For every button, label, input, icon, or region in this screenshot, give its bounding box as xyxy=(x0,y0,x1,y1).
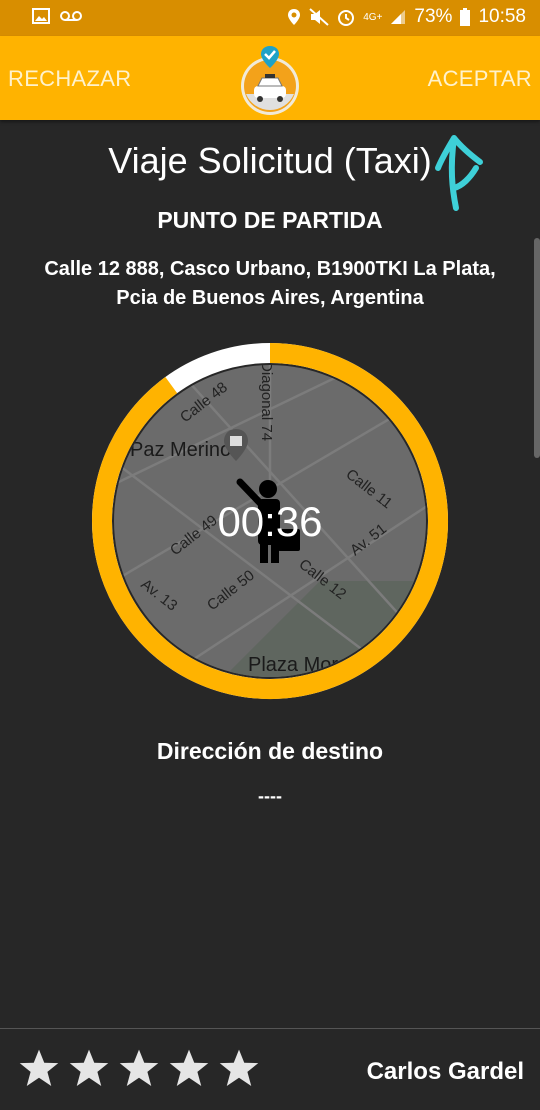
map-place-paz-merino: Paz Merino xyxy=(130,439,231,461)
clock: 10:58 xyxy=(478,6,526,27)
signal-icon xyxy=(391,10,406,24)
pickup-address-line2: Pcia de Buenos Aires, Argentina xyxy=(116,287,424,309)
map-label-diagonal-74: Diagonal 74 xyxy=(258,361,275,441)
network-type-label: 4G+ xyxy=(363,11,383,23)
mute-icon xyxy=(309,8,329,26)
pickup-address: Calle 12 888, Casco Urbano, B1900TKI La … xyxy=(12,255,528,313)
status-right-icons: 4G+ 73% 10:58 xyxy=(287,6,526,28)
status-bar: 4G+ 73% 10:58 xyxy=(0,0,540,36)
star-icon[interactable] xyxy=(168,1047,210,1089)
star-icon[interactable] xyxy=(118,1047,160,1089)
destination-label: Dirección de destino xyxy=(156,738,384,764)
annotation-arrow-icon xyxy=(435,135,483,211)
scrollbar[interactable] xyxy=(534,238,540,458)
countdown-timer: Calle 48 Diagonal 74 Calle 11 Av. 51 Cal… xyxy=(90,341,450,701)
taxi-app-logo-icon xyxy=(241,46,299,115)
status-left-icons xyxy=(32,8,82,24)
star-icon[interactable] xyxy=(218,1047,260,1089)
star-icon[interactable] xyxy=(68,1047,110,1089)
pickup-address-line1: Calle 12 888, Casco Urbano, B1900TKI La … xyxy=(44,258,496,280)
rating-stars xyxy=(18,1047,260,1089)
app-top-bar: RECHAZAR ACEPTAR xyxy=(0,36,540,120)
timer-graphic: Calle 48 Diagonal 74 Calle 11 Av. 51 Cal… xyxy=(92,343,448,699)
battery-percent: 73% xyxy=(414,6,453,27)
pickup-label: PUNTO DE PARTIDA xyxy=(157,207,383,233)
star-icon[interactable] xyxy=(18,1047,60,1089)
alarm-icon xyxy=(338,10,355,26)
accept-button[interactable]: ACEPTAR xyxy=(428,66,532,92)
voicemail-icon xyxy=(60,11,82,21)
reject-button[interactable]: RECHAZAR xyxy=(8,66,131,92)
countdown-text: 00:36 xyxy=(217,498,322,545)
driver-name: Carlos Gardel xyxy=(366,1058,524,1085)
footer-divider xyxy=(0,1028,540,1029)
battery-icon xyxy=(460,8,471,26)
destination-value: ---- xyxy=(258,786,282,806)
location-icon xyxy=(288,9,301,25)
image-icon xyxy=(32,8,50,24)
